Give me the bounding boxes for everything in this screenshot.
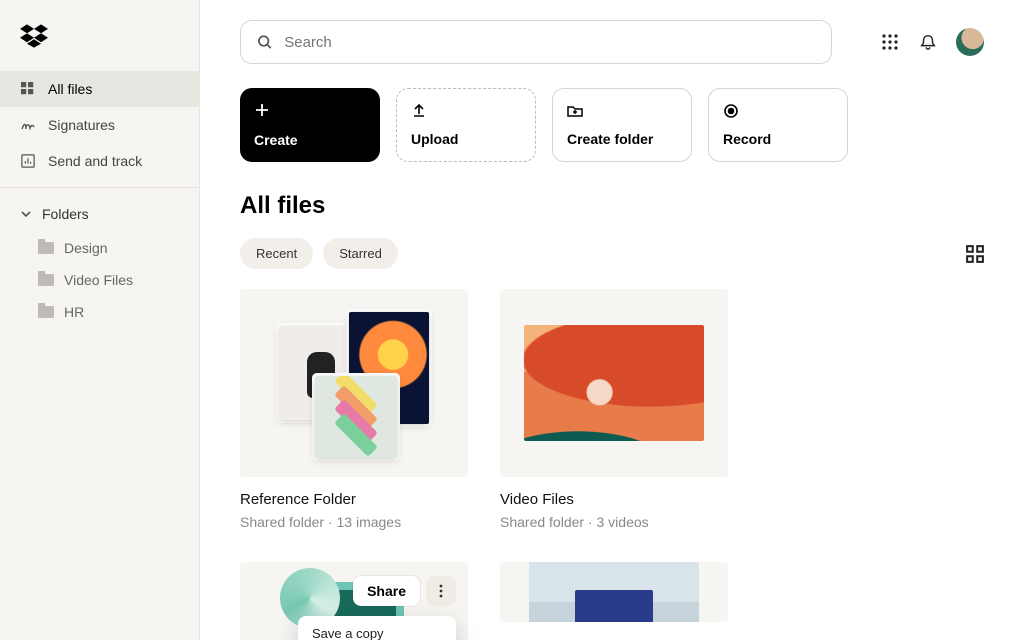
file-card[interactable] [500,562,728,640]
thumbnail: Client Agreement Share Save a copy Send … [240,562,468,640]
create-folder-button[interactable]: Create folder [552,88,692,162]
card-title: Reference Folder [240,491,468,508]
topbar [240,20,984,64]
logo-area [0,0,199,71]
main-content: Create Upload Create folder Record All f… [200,0,1024,640]
nav-label: All files [48,81,92,97]
dropbox-logo-icon [20,24,48,48]
analytics-icon [20,153,36,169]
action-label: Upload [411,131,521,147]
primary-nav: All files Signatures Send and track [0,71,199,179]
thumbnail [500,289,728,477]
upload-icon [411,103,427,119]
search-box[interactable] [240,20,832,64]
page-title: All files [240,192,984,220]
avatar[interactable] [956,28,984,56]
folders-header-label: Folders [42,206,89,222]
sidebar: All files Signatures Send and track Fold… [0,0,200,640]
nav-label: Send and track [48,153,142,169]
folder-list: Design Video Files HR [0,232,199,328]
folder-label: Design [64,240,108,256]
file-grid: Reference Folder Shared folder · 13 imag… [240,289,984,640]
more-options-button[interactable] [426,576,456,606]
apps-icon[interactable] [880,32,900,52]
action-label: Create folder [567,131,677,147]
nav-signatures[interactable]: Signatures [0,107,199,143]
thumbnail [240,289,468,477]
share-button[interactable]: Share [353,576,420,606]
folder-label: HR [64,304,84,320]
folders-toggle[interactable]: Folders [0,196,199,232]
card-actions: Share [353,576,456,606]
menu-save-copy[interactable]: Save a copy [298,616,456,640]
sidebar-divider [0,187,199,188]
nav-send-track[interactable]: Send and track [0,143,199,179]
file-card[interactable]: Video Files Shared folder · 3 videos [500,289,728,530]
more-vertical-icon [439,584,443,598]
file-card[interactable]: Reference Folder Shared folder · 13 imag… [240,289,468,530]
filter-row: Recent Starred [240,238,984,269]
create-button[interactable]: Create [240,88,380,162]
folder-icon [38,242,54,254]
nav-label: Signatures [48,117,115,133]
folder-item-video[interactable]: Video Files [0,264,199,296]
card-title: Video Files [500,491,728,508]
folder-plus-icon [567,103,583,119]
action-row: Create Upload Create folder Record [240,88,984,162]
folder-icon [38,306,54,318]
nav-all-files[interactable]: All files [0,71,199,107]
record-button[interactable]: Record [708,88,848,162]
folder-item-hr[interactable]: HR [0,296,199,328]
search-icon [257,34,272,50]
folder-item-design[interactable]: Design [0,232,199,264]
file-card[interactable]: Client Agreement Share Save a copy Send … [240,562,468,640]
signature-icon [20,117,36,133]
chevron-down-icon [20,208,32,220]
card-subtitle: Shared folder · 13 images [240,514,468,530]
thumbnail [500,562,728,622]
search-input[interactable] [284,34,815,51]
chip-recent[interactable]: Recent [240,238,313,269]
folder-label: Video Files [64,272,133,288]
upload-button[interactable]: Upload [396,88,536,162]
grid-small-icon [20,81,36,97]
plus-icon [254,102,270,118]
notifications-icon[interactable] [918,32,938,52]
action-label: Record [723,131,833,147]
header-actions [880,28,984,56]
card-subtitle: Shared folder · 3 videos [500,514,728,530]
chip-starred[interactable]: Starred [323,238,398,269]
record-icon [723,103,739,119]
context-menu: Save a copy Send and track [298,616,456,640]
view-toggle[interactable] [966,245,984,263]
action-label: Create [254,132,366,148]
folder-icon [38,274,54,286]
